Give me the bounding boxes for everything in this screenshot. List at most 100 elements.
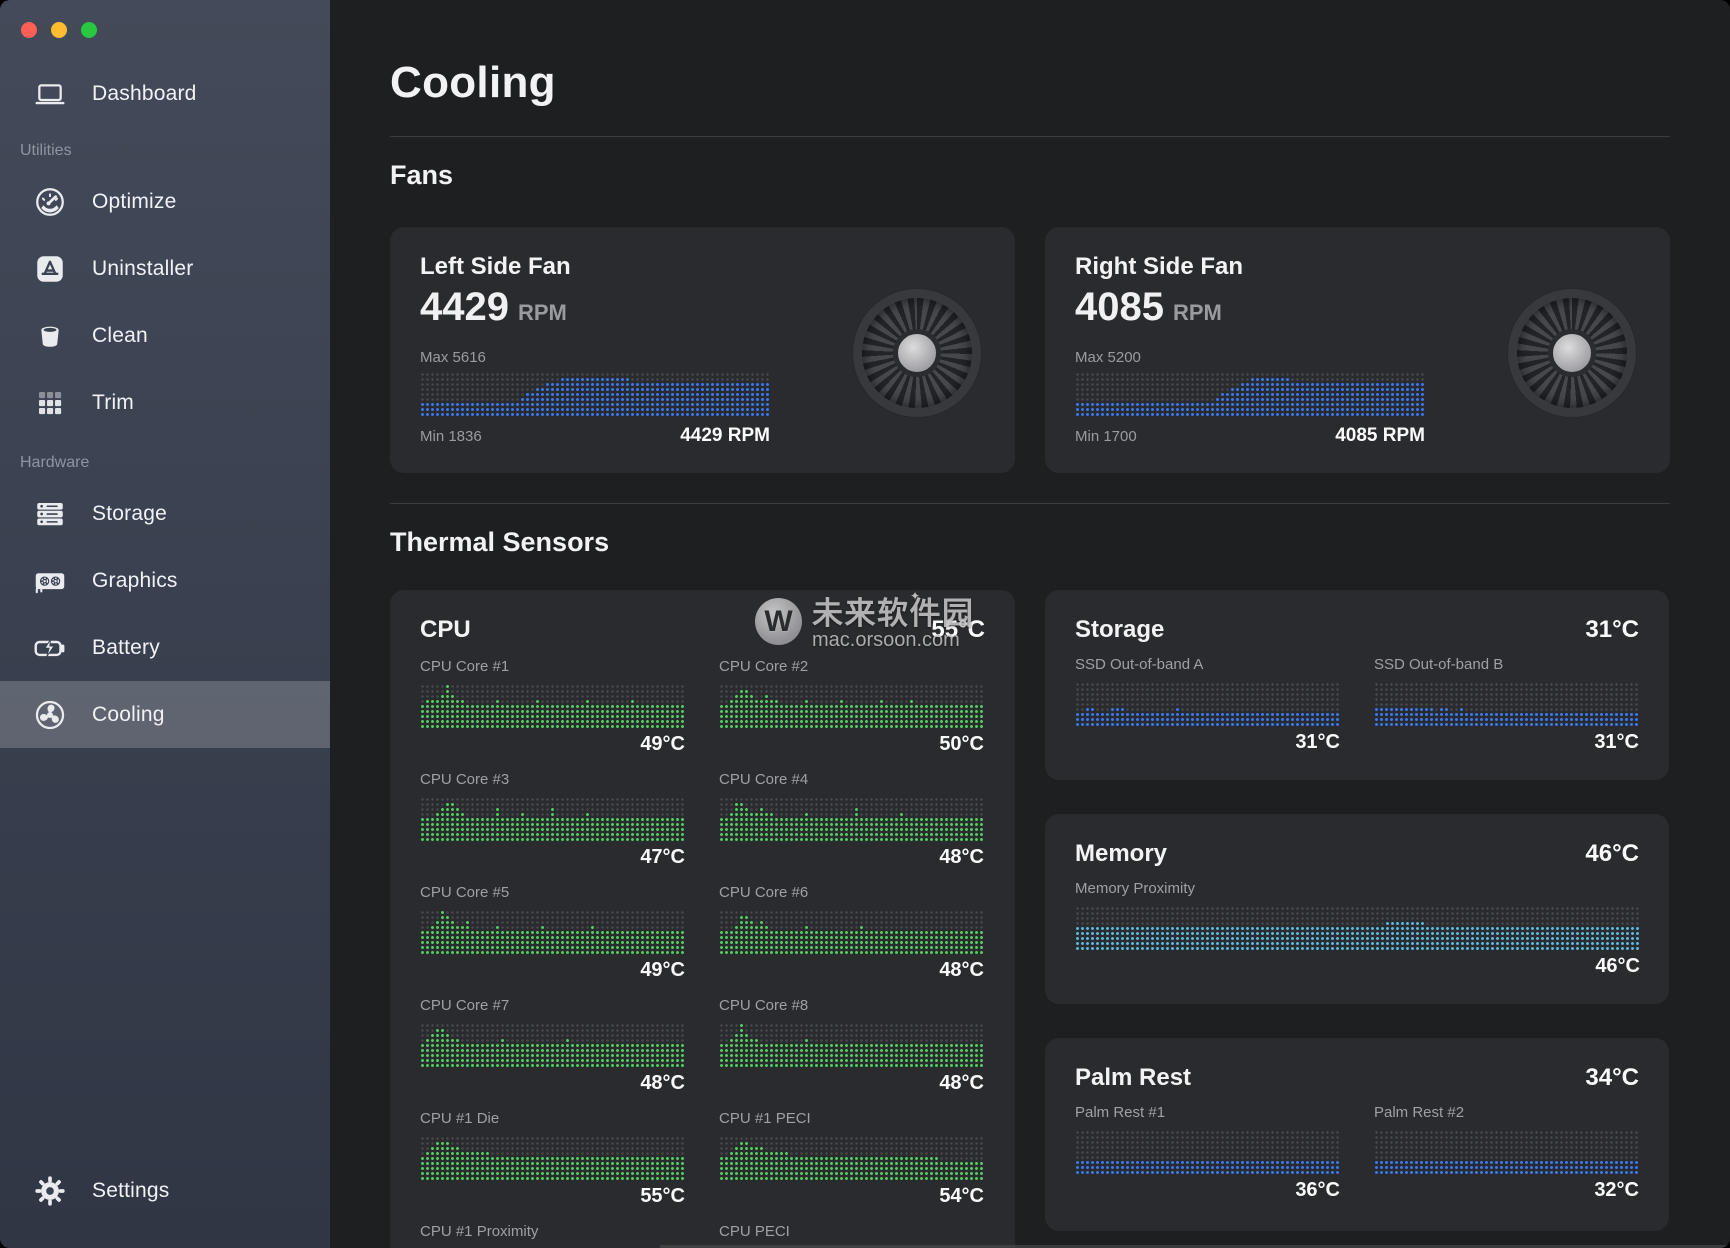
fan-image bbox=[853, 289, 981, 417]
sidebar-item-optimize[interactable]: Optimize bbox=[0, 168, 330, 235]
sensor-name: CPU Core #8 bbox=[719, 997, 984, 1015]
divider bbox=[390, 503, 1670, 504]
sensor-temp: 48°C bbox=[719, 1072, 984, 1096]
server-icon bbox=[28, 497, 72, 531]
sidebar-item-label: Battery bbox=[92, 636, 160, 660]
fan-name: Left Side Fan bbox=[420, 253, 985, 281]
app-window: DashboardUtilitiesOptimizeUninstallerCle… bbox=[0, 0, 1730, 1248]
sidebar-nav: DashboardUtilitiesOptimizeUninstallerCle… bbox=[0, 64, 330, 748]
sidebar-item-label: Storage bbox=[92, 502, 167, 526]
sensor-row: Memory Proximity46°C bbox=[1075, 880, 1640, 979]
zoom-button[interactable] bbox=[81, 22, 97, 38]
thermal-card-title: CPU bbox=[420, 616, 471, 644]
sensor-temp: 46°C bbox=[1075, 955, 1640, 979]
sidebar-item-trim[interactable]: Trim bbox=[0, 369, 330, 436]
laptop-icon bbox=[28, 78, 72, 110]
fan-image bbox=[1508, 289, 1636, 417]
sidebar-item-clean[interactable]: Clean bbox=[0, 302, 330, 369]
sensor-temp: 49°C bbox=[420, 733, 685, 757]
dot-matrix-graph bbox=[719, 910, 984, 955]
sensor-row: SSD Out-of-band A31°C bbox=[1075, 656, 1340, 755]
sensor-temp: 48°C bbox=[420, 1072, 685, 1096]
dot-matrix-graph bbox=[719, 684, 984, 729]
sensor-row: CPU Core #250°C bbox=[719, 658, 984, 757]
sensor-name: CPU #1 Proximity bbox=[420, 1223, 685, 1241]
sensor-name: SSD Out-of-band B bbox=[1374, 656, 1639, 674]
sensor-row: CPU Core #347°C bbox=[420, 771, 685, 870]
sidebar-item-dashboard[interactable]: Dashboard bbox=[0, 64, 330, 124]
sidebar-item-label: Settings bbox=[92, 1179, 169, 1203]
sensor-name: CPU #1 Die bbox=[420, 1110, 685, 1128]
sensor-name: Palm Rest #2 bbox=[1374, 1104, 1639, 1122]
dot-matrix-graph bbox=[420, 797, 685, 842]
sidebar-item-cooling[interactable]: Cooling bbox=[0, 681, 330, 748]
sensor-row: SSD Out-of-band B31°C bbox=[1374, 656, 1639, 755]
divider bbox=[390, 136, 1670, 137]
sidebar-item-label: Cooling bbox=[92, 703, 165, 727]
sidebar-item-settings[interactable]: Settings bbox=[0, 1157, 330, 1224]
page-title: Cooling bbox=[390, 56, 1670, 110]
minimize-button[interactable] bbox=[51, 22, 67, 38]
close-button[interactable] bbox=[21, 22, 37, 38]
sidebar-footer: Settings bbox=[0, 1157, 330, 1224]
storage-thermal-card: Storage31°CSSD Out-of-band A31°CSSD Out-… bbox=[1045, 590, 1669, 780]
sensor-temp: 55°C bbox=[420, 1185, 685, 1209]
trash-icon bbox=[28, 320, 72, 352]
sensor-name: CPU #1 PECI bbox=[719, 1110, 984, 1128]
sidebar-item-uninstaller[interactable]: Uninstaller bbox=[0, 235, 330, 302]
sidebar-section-label: Hardware bbox=[20, 454, 330, 480]
fan-card: Right Side Fan4085RPMMax 5200Min 1700408… bbox=[1045, 227, 1670, 473]
fan-rpm-unit: RPM bbox=[1173, 300, 1222, 326]
fan-card: Left Side Fan4429RPMMax 5616Min 18364429… bbox=[390, 227, 1015, 473]
thermal-card-temp: 31°C bbox=[1585, 616, 1639, 644]
sensor-row: CPU Core #748°C bbox=[420, 997, 685, 1096]
sensor-row: CPU #1 Die 55°C bbox=[420, 1110, 685, 1209]
sidebar-item-graphics[interactable]: Graphics bbox=[0, 547, 330, 614]
sensor-row: CPU Core #5 49°C bbox=[420, 884, 685, 983]
dot-matrix-graph bbox=[420, 684, 685, 729]
sensor-name: CPU Core #6 bbox=[719, 884, 984, 902]
sensor-temp: 48°C bbox=[719, 959, 984, 983]
sensor-temp: 49°C bbox=[420, 959, 685, 983]
thermal-heading: Thermal Sensors bbox=[390, 526, 1670, 558]
grid-icon bbox=[28, 388, 72, 418]
appstore-icon bbox=[28, 252, 72, 286]
cpu-thermal-card: CPU 55°C CPU Core #1 49°C CPU Core #250°C CPU… bbox=[390, 590, 1015, 1248]
thermal-card-title: Memory bbox=[1075, 840, 1167, 868]
sensor-temp: 50°C bbox=[719, 733, 984, 757]
window-controls bbox=[0, 0, 330, 58]
fan-current-label: 4429 RPM bbox=[680, 425, 770, 447]
sensor-row: CPU Core #1 49°C bbox=[420, 658, 685, 757]
sidebar-item-label: Graphics bbox=[92, 569, 178, 593]
dot-matrix-graph bbox=[1374, 682, 1639, 727]
dot-matrix-graph bbox=[420, 1136, 685, 1181]
dot-matrix-graph bbox=[1075, 1130, 1340, 1175]
memory-thermal-card: Memory46°CMemory Proximity46°C bbox=[1045, 814, 1669, 1004]
battery-icon bbox=[28, 630, 72, 666]
gauge-icon bbox=[28, 185, 72, 219]
thermal-card-temp: 55°C bbox=[931, 616, 985, 644]
dot-matrix-graph bbox=[719, 797, 984, 842]
dot-matrix-graph bbox=[1075, 906, 1640, 951]
sidebar-item-battery[interactable]: Battery bbox=[0, 614, 330, 681]
dot-matrix-graph bbox=[420, 910, 685, 955]
fan-min-label: Min 1700 bbox=[1075, 428, 1137, 445]
sensor-name: CPU Core #5 bbox=[420, 884, 685, 902]
thermal-section: CPU 55°C CPU Core #1 49°C CPU Core #250°C CPU… bbox=[390, 590, 1670, 1248]
sidebar-item-label: Uninstaller bbox=[92, 257, 193, 281]
dot-matrix-graph bbox=[719, 1023, 984, 1068]
fan-rpm-value: 4085 bbox=[1075, 285, 1164, 330]
sensor-row: Palm Rest #232°C bbox=[1374, 1104, 1639, 1203]
dot-matrix-graph bbox=[1374, 1130, 1639, 1175]
dot-matrix-graph bbox=[1075, 372, 1425, 417]
sidebar-item-storage[interactable]: Storage bbox=[0, 480, 330, 547]
sensor-name: CPU Core #1 bbox=[420, 658, 685, 676]
gear-icon bbox=[28, 1174, 72, 1208]
fan-current-label: 4085 RPM bbox=[1335, 425, 1425, 447]
sidebar-item-label: Dashboard bbox=[92, 82, 197, 106]
sensor-temp: 47°C bbox=[420, 846, 685, 870]
sidebar-item-label: Clean bbox=[92, 324, 148, 348]
main-content: Cooling Fans Left Side Fan4429RPMMax 561… bbox=[330, 0, 1730, 1248]
thermal-card-temp: 46°C bbox=[1585, 840, 1639, 868]
sensor-temp: 54°C bbox=[719, 1185, 984, 1209]
